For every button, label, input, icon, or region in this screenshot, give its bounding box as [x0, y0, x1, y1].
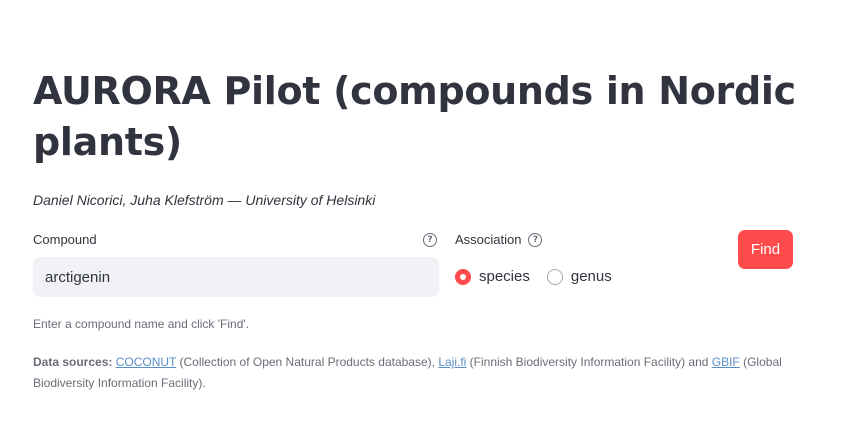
- data-sources: Data sources: COCONUT (Collection of Ope…: [33, 352, 843, 394]
- radio-unchecked-icon[interactable]: [546, 268, 563, 285]
- authors-line: Daniel Nicorici, Juha Klefström — Univer…: [33, 192, 376, 208]
- compound-label-row: Compound: [33, 232, 97, 247]
- compound-input[interactable]: [33, 257, 439, 297]
- association-help-icon[interactable]: ?: [528, 232, 543, 247]
- app-page: AURORA Pilot (compounds in Nordic plants…: [0, 0, 857, 441]
- association-radio-group: species genus: [455, 268, 629, 285]
- compound-help-icon[interactable]: ?: [423, 233, 437, 247]
- compound-label: Compound: [33, 232, 97, 247]
- coconut-link[interactable]: COCONUT: [116, 355, 176, 369]
- coconut-desc: (Collection of Open Natural Products dat…: [176, 355, 439, 369]
- laji-desc: (Finnish Biodiversity Information Facili…: [466, 355, 712, 369]
- radio-label-genus: genus: [570, 268, 612, 285]
- gbif-link[interactable]: GBIF: [712, 355, 740, 369]
- laji-link[interactable]: Laji.fi: [438, 355, 466, 369]
- hint-text: Enter a compound name and click 'Find'.: [33, 317, 250, 331]
- association-label: Association: [455, 232, 522, 247]
- association-label-row: Association ?: [455, 232, 543, 247]
- radio-label-species: species: [479, 268, 530, 285]
- radio-checked-icon[interactable]: [455, 268, 471, 285]
- sources-prefix: Data sources:: [33, 355, 113, 369]
- radio-option-species[interactable]: species: [455, 268, 530, 285]
- radio-option-genus[interactable]: genus: [546, 268, 612, 285]
- find-button[interactable]: Find: [738, 230, 793, 269]
- page-title: AURORA Pilot (compounds in Nordic plants…: [33, 69, 796, 164]
